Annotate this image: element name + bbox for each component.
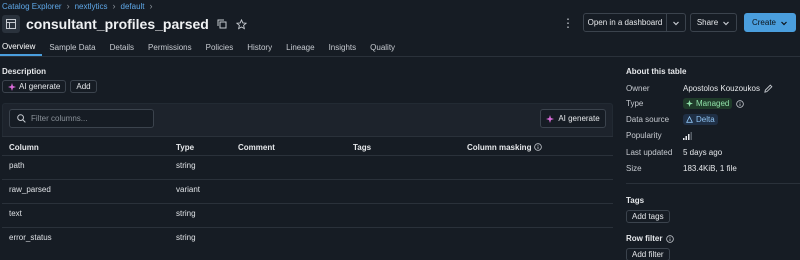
share-button[interactable]: Share [690, 13, 737, 32]
tab-policies[interactable]: Policies [199, 38, 241, 56]
size-value: 183.4KiB, 1 file [683, 164, 737, 173]
pencil-icon[interactable] [764, 84, 773, 93]
add-filter-button[interactable]: Add filter [626, 248, 670, 260]
tab-quality[interactable]: Quality [363, 38, 402, 56]
tab-bar: Overview Sample Data Details Permissions… [0, 38, 402, 56]
info-icon[interactable] [666, 234, 675, 243]
ai-generate-label: AI generate [19, 82, 61, 91]
ai-generate-description-button[interactable]: AI generate [2, 80, 67, 93]
popularity-bars-icon [683, 131, 692, 140]
owner-value: Apostolos Kouzoukos [683, 84, 760, 93]
column-name: path [9, 160, 25, 170]
header-tags[interactable]: Tags [353, 137, 371, 157]
tab-sample-data[interactable]: Sample Data [42, 38, 102, 56]
updated-key: Last updated [626, 148, 673, 157]
table-row[interactable]: path string [2, 156, 613, 180]
size-key: Size [626, 164, 642, 173]
type-value: Managed [696, 99, 730, 108]
page-title: consultant_profiles_parsed [26, 16, 209, 32]
description-label: Description [2, 67, 47, 76]
source-key: Data source [626, 115, 670, 124]
search-icon [17, 114, 26, 123]
last-updated-row: Last updated 5 days ago [626, 146, 722, 159]
sparkle-icon [8, 82, 16, 91]
open-dashboard-button[interactable]: Open in a dashboard [583, 13, 667, 32]
share-label: Share [696, 18, 719, 27]
open-dashboard-dropdown[interactable] [667, 13, 686, 32]
title-row: consultant_profiles_parsed [2, 14, 249, 34]
column-type: string [176, 232, 196, 242]
popularity-key: Popularity [626, 131, 662, 140]
tab-divider [0, 56, 800, 57]
sparkle-icon [686, 100, 693, 107]
add-description-button[interactable]: Add [70, 80, 97, 93]
breadcrumb-catalog-explorer[interactable]: Catalog Explorer [2, 2, 62, 11]
chevron-down-icon [781, 21, 787, 25]
table-icon [2, 15, 20, 33]
open-dashboard-split-button: Open in a dashboard [583, 13, 686, 32]
ai-generate-label: AI generate [558, 114, 600, 123]
source-value: Delta [696, 115, 715, 124]
chevron-down-icon [673, 21, 679, 25]
tab-lineage[interactable]: Lineage [279, 38, 321, 56]
chevron-right-icon: › [149, 1, 153, 11]
create-label: Create [751, 18, 776, 27]
info-icon[interactable] [736, 99, 745, 108]
info-icon [534, 143, 543, 151]
column-type: variant [176, 184, 201, 194]
tab-overview[interactable]: Overview [0, 38, 43, 56]
updated-value: 5 days ago [683, 148, 723, 157]
column-name: text [9, 208, 22, 218]
delta-badge: Delta [683, 114, 718, 125]
tab-details[interactable]: Details [103, 38, 141, 56]
table-row[interactable]: text string [2, 204, 613, 228]
type-row: Type Managed [626, 97, 745, 110]
header-type[interactable]: Type [176, 137, 194, 157]
filter-columns-input[interactable]: Filter columns... [9, 109, 154, 128]
filter-placeholder: Filter columns... [31, 114, 88, 123]
tab-permissions[interactable]: Permissions [141, 38, 199, 56]
chevron-right-icon: › [66, 1, 70, 11]
about-title: About this table [626, 67, 687, 76]
column-name: raw_parsed [9, 184, 51, 194]
header-column[interactable]: Column [9, 137, 39, 157]
kebab-menu-icon[interactable]: ⋮ [562, 14, 574, 32]
header-comment[interactable]: Comment [238, 137, 275, 157]
chevron-down-icon [723, 21, 730, 25]
column-type: string [176, 160, 196, 170]
tab-insights[interactable]: Insights [322, 38, 364, 56]
columns-table-header: Column Type Comment Tags Column masking [2, 136, 613, 156]
breadcrumb-catalog[interactable]: nextlytics [75, 2, 108, 11]
description-actions: AI generate Add [2, 80, 97, 93]
add-tags-button[interactable]: Add tags [626, 210, 670, 223]
header-column-masking[interactable]: Column masking [467, 137, 543, 157]
breadcrumb: Catalog Explorer › nextlytics › default … [2, 0, 153, 12]
type-key: Type [626, 99, 644, 108]
table-row[interactable]: raw_parsed variant [2, 180, 613, 204]
delta-icon [686, 116, 693, 123]
owner-row: Owner Apostolos Kouzoukos [626, 82, 773, 95]
create-button[interactable]: Create [744, 13, 796, 32]
size-row: Size 183.4KiB, 1 file [626, 162, 737, 175]
managed-badge: Managed [683, 98, 733, 109]
column-name: error_status [9, 232, 52, 242]
row-filter-title: Row filter [626, 234, 675, 243]
popularity-row: Popularity [626, 129, 692, 142]
star-icon[interactable] [235, 17, 249, 31]
table-row[interactable]: error_status string [2, 228, 613, 252]
sidebar-divider [626, 183, 800, 184]
column-masking-label: Column masking [467, 142, 532, 152]
row-filter-label: Row filter [626, 234, 663, 243]
data-source-row: Data source Delta [626, 113, 718, 126]
ai-generate-columns-button[interactable]: AI generate [540, 109, 606, 128]
owner-key: Owner [626, 84, 650, 93]
breadcrumb-schema[interactable]: default [121, 2, 145, 11]
tab-history[interactable]: History [240, 38, 279, 56]
chevron-right-icon: › [112, 1, 116, 11]
sparkle-icon [546, 114, 555, 123]
column-type: string [176, 208, 196, 218]
tags-title: Tags [626, 196, 645, 205]
copy-icon[interactable] [215, 17, 229, 31]
